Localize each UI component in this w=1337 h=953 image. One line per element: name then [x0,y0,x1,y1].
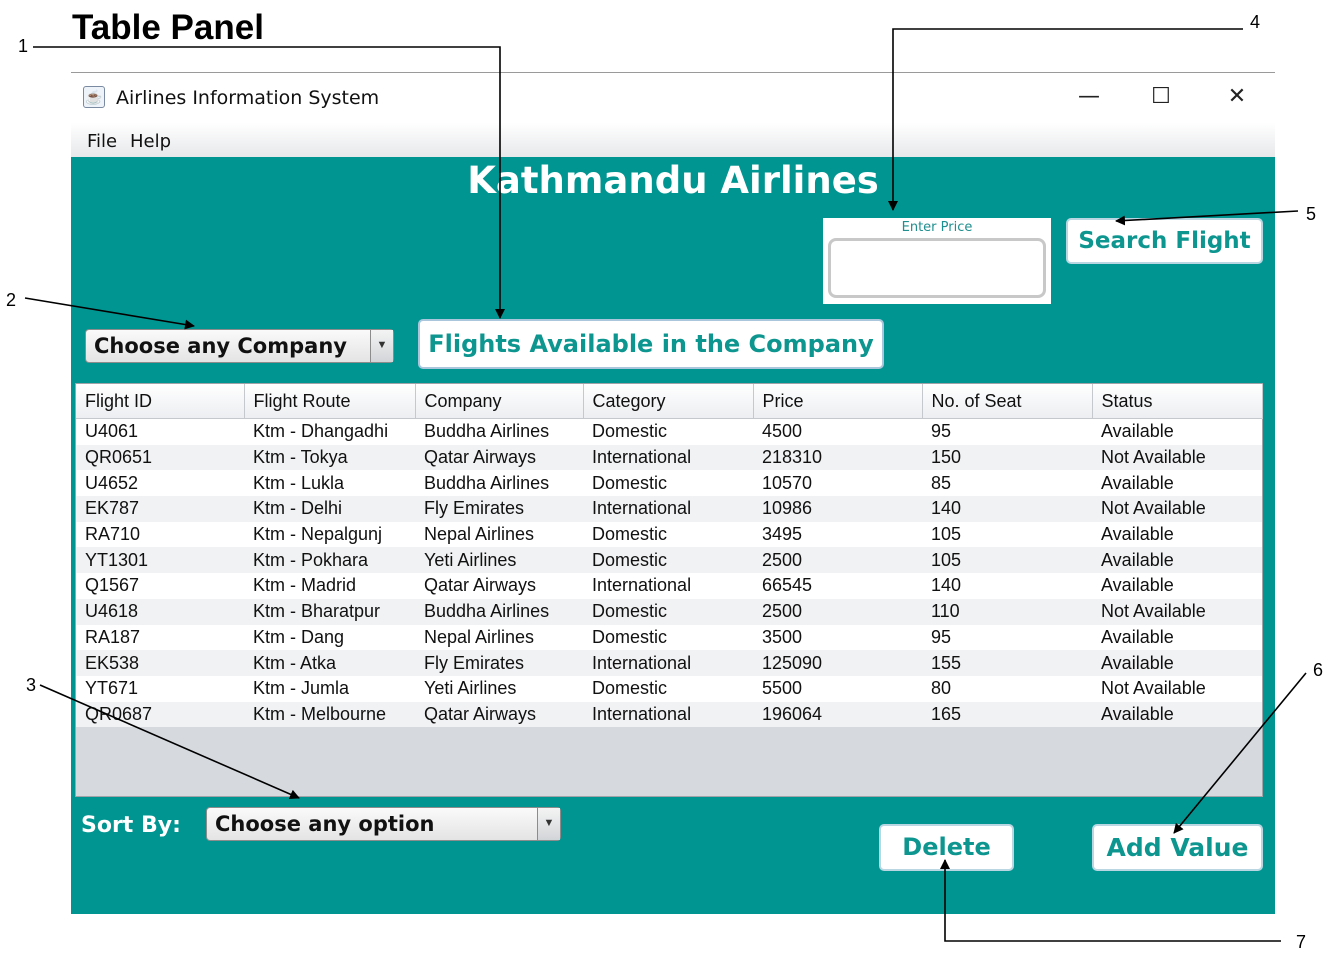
callout-line-2 [24,297,195,330]
callout-line-7 [940,859,1281,942]
callout-arrows [24,28,1307,942]
callout-line-6 [1173,672,1307,834]
callout-line-5 [1115,210,1299,226]
callout-line-1 [33,46,505,319]
callout-line-3 [39,684,300,799]
callout-line-4 [888,28,1243,211]
